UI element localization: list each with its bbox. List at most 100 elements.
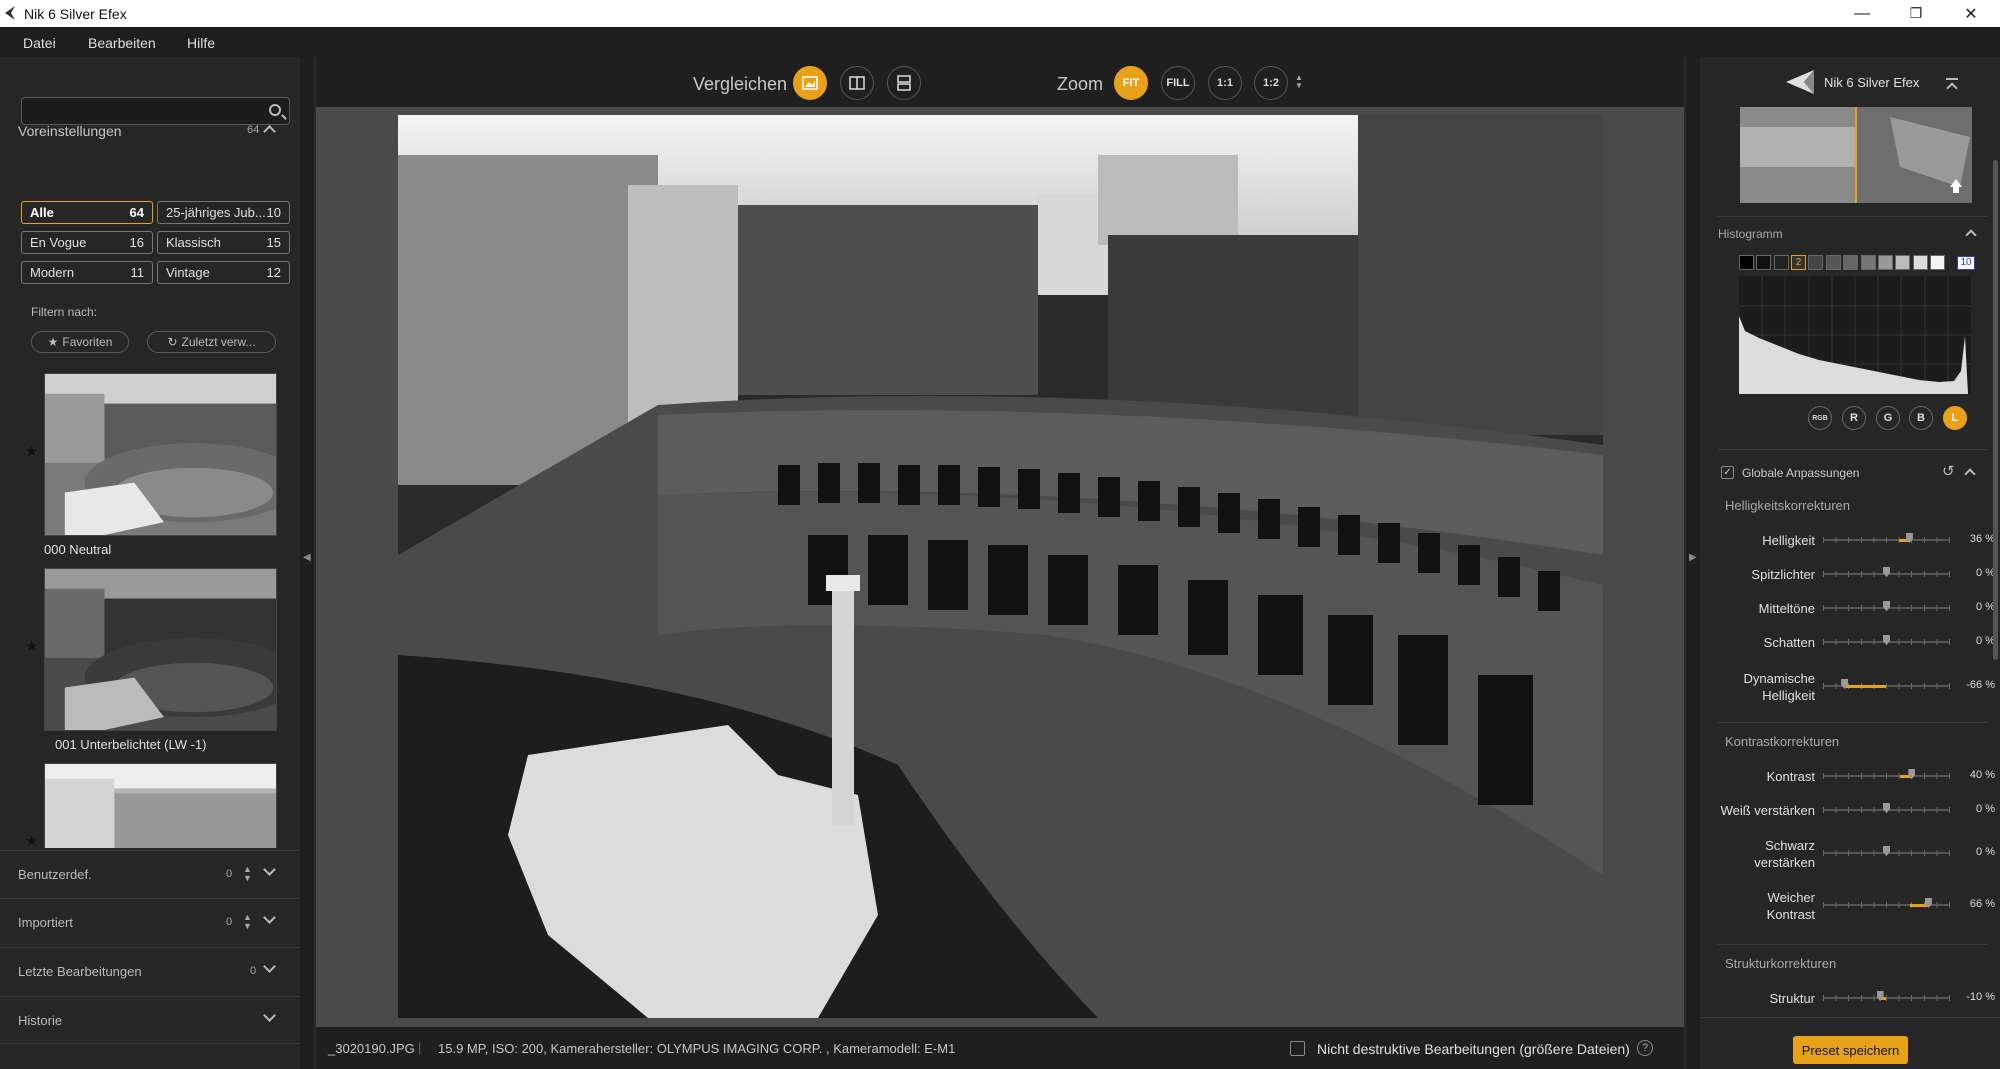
- right-panel-scrollbar[interactable]: [1993, 160, 1998, 660]
- zone-swatch[interactable]: [1774, 255, 1789, 270]
- expand-icon[interactable]: [263, 863, 276, 876]
- channel-l-button[interactable]: L: [1943, 406, 1967, 430]
- global-adjustments-title: Globale Anpassungen: [1742, 466, 1860, 480]
- category-alle[interactable]: Alle 64: [21, 201, 153, 224]
- reset-icon[interactable]: ↺: [1942, 462, 1955, 480]
- zone-swatch[interactable]: [1739, 255, 1754, 270]
- zone-swatch[interactable]: [1808, 255, 1823, 270]
- search-input[interactable]: [21, 97, 290, 125]
- channel-r-button[interactable]: R: [1842, 406, 1866, 430]
- compare-side-by-side-button[interactable]: [887, 66, 921, 100]
- channel-g-button[interactable]: G: [1876, 406, 1900, 430]
- maximize-button[interactable]: ❐: [1888, 0, 1944, 27]
- recent-filter-button[interactable]: ↻ Zuletzt verw...: [147, 331, 276, 353]
- sort-stepper-icon[interactable]: ▲ ▼: [243, 913, 252, 931]
- section-count: 0: [250, 965, 257, 977]
- compare-split-button[interactable]: [840, 66, 874, 100]
- status-bar: _3020190.JPG | 15.9 MP, ISO: 200, Kamera…: [316, 1027, 1684, 1069]
- help-icon[interactable]: ?: [1637, 1040, 1653, 1056]
- category-jubilaeum[interactable]: 25-jähriges Jub... 10: [157, 201, 290, 224]
- expand-icon[interactable]: [263, 1009, 276, 1022]
- category-en-vogue[interactable]: En Vogue 16: [21, 231, 153, 254]
- preset-thumbnail-list: ★ 000 Neutral ★ 001 Unterbelichtet (LW -…: [0, 370, 300, 848]
- menu-bar: Datei Bearbeiten Hilfe: [0, 27, 2000, 57]
- adjustment-value: 0 %: [1976, 601, 1995, 613]
- menu-bearbeiten[interactable]: Bearbeiten: [88, 35, 156, 51]
- favorite-star-icon[interactable]: ★: [25, 832, 38, 848]
- adjustment-slider[interactable]: [1823, 898, 1950, 912]
- section-letzte-bearbeitungen[interactable]: Letzte Bearbeitungen 0: [0, 947, 300, 995]
- zone-swatch[interactable]: [1826, 255, 1841, 270]
- sort-stepper-icon[interactable]: ▲ ▼: [243, 865, 252, 883]
- section-historie[interactable]: Historie: [0, 996, 300, 1044]
- category-vintage[interactable]: Vintage 12: [157, 261, 290, 284]
- nondestructive-checkbox[interactable]: [1290, 1041, 1305, 1056]
- zoom-1-1-button[interactable]: 1:1: [1208, 66, 1242, 100]
- zone-swatch[interactable]: [1843, 255, 1858, 270]
- adjustment-label: Schwarz verstärken: [1754, 838, 1815, 870]
- favorite-star-icon[interactable]: ★: [25, 442, 38, 460]
- preset-thumbnail[interactable]: [44, 763, 277, 848]
- category-label: Alle: [30, 205, 54, 220]
- adjustment-slider[interactable]: [1823, 769, 1950, 783]
- expand-icon[interactable]: [263, 960, 276, 973]
- presets-title: Voreinstellungen: [18, 123, 122, 139]
- zoom-fill-button[interactable]: FILL: [1161, 66, 1195, 100]
- adjustment-slider[interactable]: [1823, 679, 1950, 693]
- close-button[interactable]: ✕: [1943, 0, 1999, 27]
- adjustment-value: 66 %: [1969, 898, 1995, 910]
- minimize-button[interactable]: —: [1834, 0, 1890, 27]
- section-importiert[interactable]: Importiert 0 ▲ ▼: [0, 898, 300, 946]
- window-title: Nik 6 Silver Efex: [24, 6, 127, 22]
- right-panel-toggle[interactable]: ▶: [1686, 57, 1700, 1069]
- zoom-stepper-icon[interactable]: ▲ ▼: [1295, 74, 1303, 90]
- zone-swatch[interactable]: [1861, 255, 1876, 270]
- zone-swatch[interactable]: [1756, 255, 1771, 270]
- section-label: Historie: [18, 1013, 63, 1028]
- favorite-star-icon[interactable]: ★: [25, 637, 38, 655]
- zoom-fit-button[interactable]: FIT: [1114, 66, 1148, 100]
- zone-swatch[interactable]: [1913, 255, 1928, 270]
- save-preset-button[interactable]: Preset speichern: [1793, 1036, 1908, 1064]
- compare-single-button[interactable]: [793, 66, 827, 100]
- expand-icon[interactable]: [263, 911, 276, 924]
- adjustment-slider[interactable]: [1823, 846, 1950, 860]
- zone-swatch[interactable]: [1930, 255, 1945, 270]
- menu-hilfe[interactable]: Hilfe: [187, 35, 215, 51]
- preview-image[interactable]: [398, 115, 1603, 1018]
- search-icon: [269, 104, 281, 116]
- adjustment-label: Mitteltöne: [1758, 601, 1815, 616]
- adjustment-label: Helligkeit: [1762, 533, 1815, 548]
- zone-swatch-active[interactable]: 2: [1791, 255, 1806, 270]
- adjustment-slider[interactable]: [1823, 803, 1950, 817]
- structure-section-title: Strukturkorrekturen: [1725, 956, 1837, 971]
- chevron-left-icon: ◀: [303, 552, 311, 563]
- category-label: En Vogue: [30, 235, 87, 250]
- zone-swatch[interactable]: [1878, 255, 1893, 270]
- adjustment-slider[interactable]: [1823, 635, 1950, 649]
- section-benutzerdef[interactable]: Benutzerdef. 0 ▲ ▼: [0, 850, 300, 898]
- category-klassisch[interactable]: Klassisch 15: [157, 231, 290, 254]
- adjustment-slider[interactable]: [1823, 567, 1950, 581]
- section-count: 0: [226, 868, 233, 880]
- channel-rgb-button[interactable]: RGB: [1808, 406, 1832, 430]
- menu-datei[interactable]: Datei: [23, 35, 56, 51]
- favorites-filter-button[interactable]: ★ Favoriten: [31, 331, 129, 353]
- global-adjustments-checkbox[interactable]: ✓: [1721, 466, 1734, 479]
- preset-thumbnail[interactable]: [44, 373, 277, 536]
- left-panel-toggle[interactable]: ◀: [300, 57, 314, 1069]
- collapse-all-icon[interactable]: [1946, 78, 1958, 80]
- adjustment-label: Schatten: [1763, 635, 1815, 650]
- preset-thumbnail[interactable]: [44, 568, 277, 731]
- adjustment-slider[interactable]: [1823, 991, 1950, 1005]
- adjustment-slider[interactable]: [1823, 601, 1950, 615]
- app-icon: [5, 6, 15, 20]
- single-view-icon: [802, 76, 818, 90]
- zone-swatch-white[interactable]: 10: [1957, 256, 1975, 270]
- zoom-1-2-button[interactable]: 1:2: [1254, 66, 1288, 100]
- channel-b-button[interactable]: B: [1909, 406, 1933, 430]
- adjustment-slider[interactable]: [1823, 533, 1950, 547]
- category-modern[interactable]: Modern 11: [21, 261, 153, 284]
- zone-swatch[interactable]: [1895, 255, 1910, 270]
- loupe-preview[interactable]: [1740, 107, 1972, 203]
